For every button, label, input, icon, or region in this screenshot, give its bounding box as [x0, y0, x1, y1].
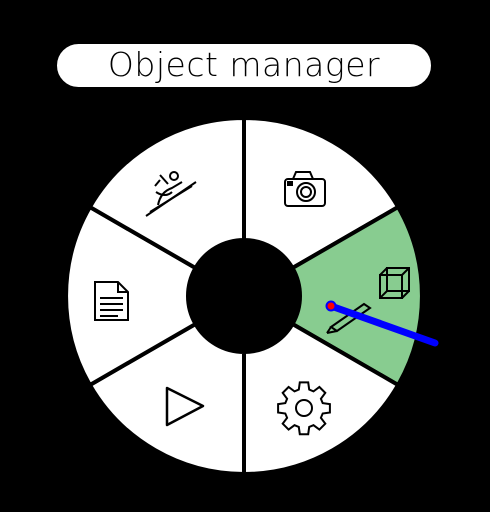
pointer-origin — [325, 300, 337, 312]
center-hub — [188, 240, 300, 352]
radial-menu — [64, 115, 439, 477]
